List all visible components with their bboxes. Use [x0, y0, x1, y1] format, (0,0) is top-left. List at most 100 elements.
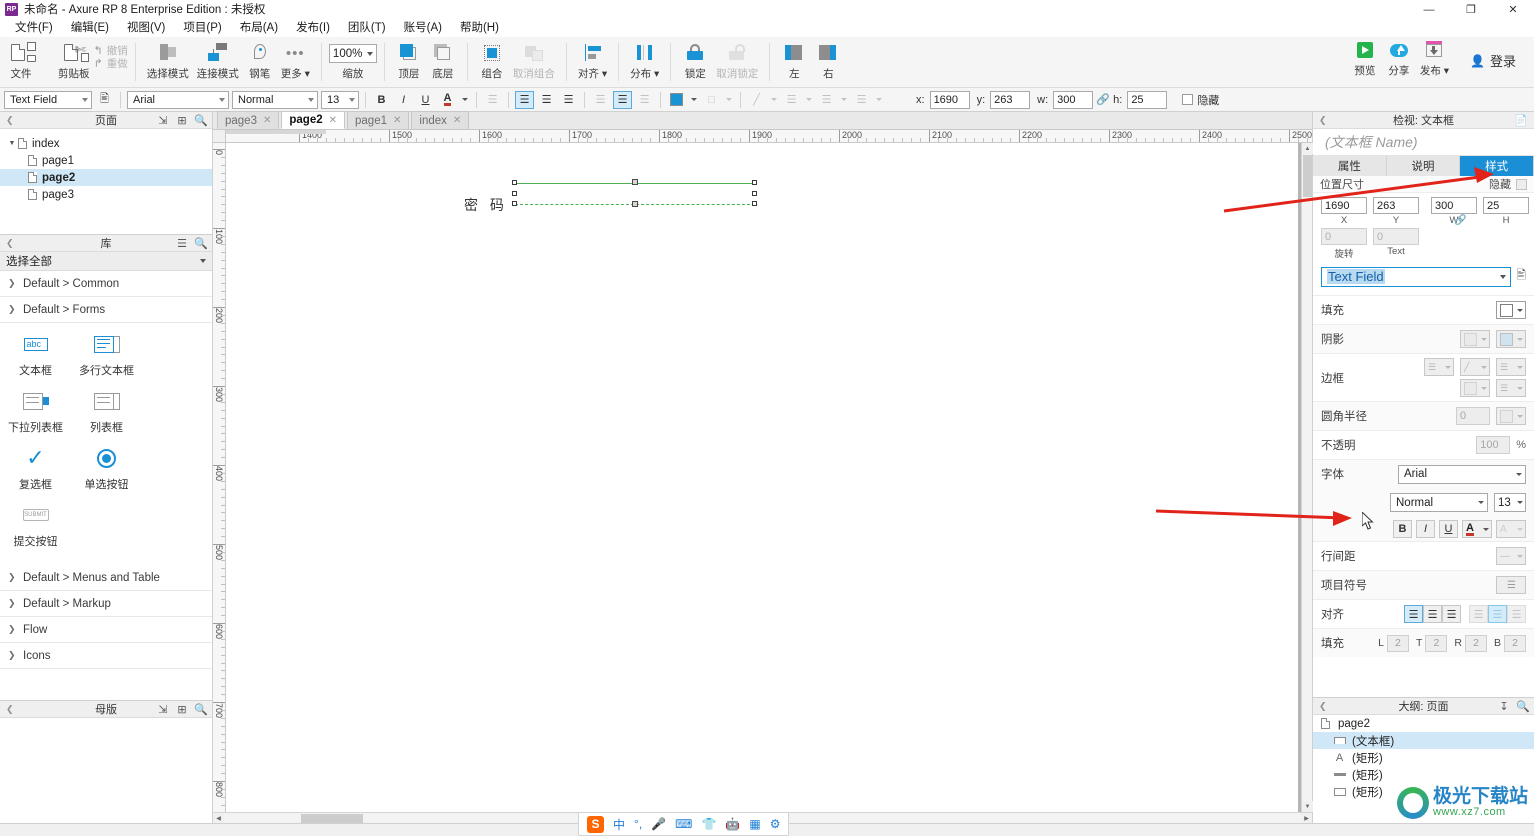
file-button[interactable]: 文件	[4, 40, 38, 81]
align-center-button[interactable]: ☰	[537, 91, 556, 109]
outline-row-page2[interactable]: page2	[1313, 715, 1534, 732]
line-width-dropdown[interactable]	[804, 91, 814, 109]
valign-middle-button[interactable]: ☰	[1488, 605, 1507, 623]
underline-button[interactable]: U	[1439, 520, 1458, 538]
style-manager-button[interactable]: 🖹	[95, 91, 114, 109]
close-icon[interactable]: ✕	[263, 115, 271, 126]
text-rotate-input[interactable]: 0	[1373, 228, 1419, 245]
vertical-ruler[interactable]: 0100200300400500600700800900	[213, 143, 226, 812]
sogou-logo-icon[interactable]: S	[587, 815, 604, 833]
valign-middle-button[interactable]: ☰	[613, 90, 632, 109]
share-button[interactable]: 分享	[1382, 37, 1416, 78]
widget-radio[interactable]: 单选按钮	[71, 445, 142, 492]
emoji-robot-icon[interactable]: 🤖	[725, 817, 740, 831]
widget-textarea[interactable]: 多行文本框	[71, 331, 142, 378]
border-width-select[interactable]: ☰	[1424, 358, 1454, 376]
close-button[interactable]: ✕	[1492, 0, 1534, 19]
ime-chinese-mode-icon[interactable]: 中	[613, 816, 625, 833]
line-spacing-select[interactable]: —	[1496, 547, 1526, 565]
clipboard-button[interactable]: ✄ 剪贴板	[54, 40, 94, 81]
library-section-common[interactable]: ❯ Default > Common	[0, 271, 212, 297]
shadow-button[interactable]: □	[702, 91, 721, 109]
bullets-button[interactable]: ☰	[1496, 576, 1526, 594]
ruler-corner[interactable]	[213, 130, 226, 143]
menu-item-edit[interactable]: 编辑(E)	[62, 19, 118, 37]
tab-style[interactable]: 样式	[1460, 156, 1534, 176]
tree-item-page3[interactable]: page3	[0, 186, 212, 203]
fill-color-button[interactable]	[667, 91, 686, 109]
tab-page3[interactable]: page3 ✕	[217, 111, 280, 129]
style-manager-icon[interactable]: 🖹	[1516, 266, 1526, 287]
skin-shirt-icon[interactable]: 👕	[701, 817, 716, 831]
border-visibility-select[interactable]: ☰	[1496, 358, 1526, 376]
tab-properties[interactable]: 属性	[1313, 156, 1387, 176]
rotate-input[interactable]: 0	[1321, 228, 1367, 245]
tab-page2[interactable]: page2 ✕	[281, 111, 346, 129]
toggle-right-panel-button[interactable]: 右	[811, 40, 845, 81]
resize-handle-br[interactable]	[752, 201, 757, 206]
page-sheet[interactable]: 密 码	[226, 143, 1298, 812]
menu-item-account[interactable]: 账号(A)	[395, 19, 451, 37]
w-input[interactable]: 300	[1053, 90, 1094, 109]
font-size-select[interactable]: 13	[1494, 493, 1526, 512]
resize-handle-mr[interactable]	[752, 191, 757, 196]
shadow-dropdown[interactable]	[724, 91, 734, 109]
library-section-icons[interactable]: ❯ Icons	[0, 643, 212, 669]
align-right-button[interactable]: ☰	[1442, 605, 1461, 623]
bring-to-front-button[interactable]: 顶层	[392, 40, 426, 81]
menu-item-publish[interactable]: 发布(I)	[287, 19, 339, 37]
password-label[interactable]: 密 码	[464, 195, 508, 215]
menu-item-file[interactable]: 文件(F)	[6, 19, 62, 37]
search-icon[interactable]: 🔍	[194, 237, 208, 250]
library-section-flow[interactable]: ❯ Flow	[0, 617, 212, 643]
underline-button[interactable]: U	[416, 91, 435, 109]
font-color-button[interactable]: A	[438, 91, 457, 109]
microphone-icon[interactable]: 🎤	[651, 817, 666, 831]
outer-shadow-select[interactable]	[1460, 330, 1490, 348]
distribute-button[interactable]: 分布 ▾	[626, 40, 663, 81]
fill-color-dropdown[interactable]	[689, 91, 699, 109]
align-left-button[interactable]: ☰	[1404, 605, 1423, 623]
horizontal-ruler[interactable]: 1400 1500 1600 1700 1800 1900 2000 2100 2200 2300…	[226, 130, 1312, 143]
library-filter-select[interactable]: 选择全部	[0, 252, 212, 271]
bold-button[interactable]: B	[1393, 520, 1412, 538]
add-folder-icon[interactable]: ⊞	[176, 114, 188, 127]
border-arrow-select[interactable]: ☰	[1496, 379, 1526, 397]
add-master-icon[interactable]: ⇲	[157, 703, 169, 716]
close-icon[interactable]: ✕	[329, 115, 337, 126]
tab-page1[interactable]: page1 ✕	[347, 111, 410, 129]
tree-item-index[interactable]: ▼ index	[0, 135, 212, 152]
widget-dropdown[interactable]: 下拉列表框	[0, 388, 71, 435]
collapse-icon[interactable]: ❮	[1319, 115, 1327, 126]
resize-handle-ml[interactable]	[512, 191, 517, 196]
menu-icon[interactable]: ☰	[176, 237, 188, 250]
maximize-button[interactable]: ❐	[1450, 0, 1492, 19]
zoom-select[interactable]: 100%	[328, 44, 377, 63]
widget-submit[interactable]: SUBMIT 提交按钮	[0, 502, 71, 549]
x-input[interactable]: 1690	[1321, 197, 1367, 214]
padding-right-input[interactable]: 2	[1464, 634, 1487, 652]
widget-checkbox[interactable]: ✓ 复选框	[0, 445, 71, 492]
ime-punctuation-icon[interactable]: °,	[634, 817, 642, 831]
toggle-left-panel-button[interactable]: 左	[777, 40, 811, 81]
border-visibility-dropdown[interactable]	[874, 91, 884, 109]
scroll-down-arrow[interactable]: ▼	[1302, 801, 1313, 812]
menu-item-help[interactable]: 帮助(H)	[451, 19, 508, 37]
align-left-button[interactable]: ☰	[515, 90, 534, 109]
gear-icon[interactable]: ⚙	[770, 817, 781, 831]
outline-row-rect-line[interactable]: (矩形)	[1313, 766, 1534, 783]
widget-style-select[interactable]: Text Field	[4, 90, 92, 109]
bold-button[interactable]: B	[372, 91, 391, 109]
redo-button[interactable]: ↱ 重做	[94, 57, 128, 70]
add-folder-icon[interactable]: ⊞	[176, 703, 188, 716]
widget-listbox[interactable]: 列表框	[71, 388, 142, 435]
lock-aspect-icon[interactable]: 🔗	[1454, 215, 1466, 226]
vertical-scroll-thumb[interactable]	[1303, 155, 1312, 197]
pen-button[interactable]: 钢笔	[243, 40, 277, 81]
line-width-button[interactable]: ☰	[782, 91, 801, 109]
expand-triangle-icon[interactable]: ▼	[6, 140, 18, 147]
menu-item-view[interactable]: 视图(V)	[118, 19, 174, 37]
resize-handle-tm[interactable]	[632, 179, 638, 185]
tab-index[interactable]: index ✕	[411, 111, 470, 129]
widget-textfield[interactable]: abc 文本框	[0, 331, 71, 378]
